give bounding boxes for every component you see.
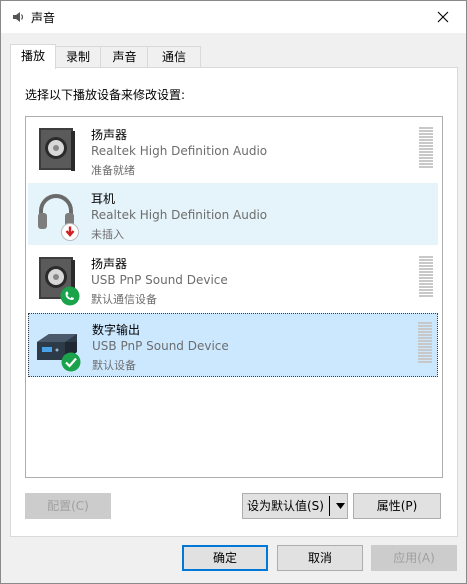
meter-segment xyxy=(419,157,433,159)
meter-segment xyxy=(418,355,432,357)
cancel-button[interactable]: 取消 xyxy=(277,545,363,571)
meter-segment xyxy=(419,136,433,138)
volume-meter xyxy=(418,322,432,364)
meter-segment xyxy=(419,130,433,132)
volume-meter-bars xyxy=(419,127,433,168)
sound-dialog: 声音 播放 录制 声音 通信 选择以下播放设备来修改设置: 扬声器 Realte… xyxy=(0,0,467,584)
device-driver: USB PnP Sound Device xyxy=(92,339,229,353)
device-item[interactable]: 扬声器 USB PnP Sound Device 默认通信设备 xyxy=(28,248,438,310)
meter-segment xyxy=(419,148,433,150)
meter-segment xyxy=(419,142,433,144)
meter-segment xyxy=(419,286,433,288)
meter-segment xyxy=(419,274,433,276)
meter-segment xyxy=(419,292,433,294)
meter-segment xyxy=(419,127,433,129)
meter-segment xyxy=(419,154,433,156)
properties-button[interactable]: 属性(P) xyxy=(353,493,441,519)
device-status: 默认通信设备 xyxy=(91,293,157,306)
meter-segment xyxy=(419,163,433,165)
device-list[interactable]: 扬声器 Realtek High Definition Audio 准备就绪 耳… xyxy=(25,116,443,478)
meter-segment xyxy=(419,280,433,282)
meter-segment xyxy=(419,259,433,261)
dropdown-arrow-icon xyxy=(335,503,345,509)
meter-segment xyxy=(419,133,433,135)
playback-panel: 选择以下播放设备来修改设置: 扬声器 Realtek High Definiti… xyxy=(10,67,458,537)
meter-segment xyxy=(419,160,433,162)
meter-segment xyxy=(418,331,432,333)
default-device-badge-icon xyxy=(61,352,81,372)
meter-segment xyxy=(419,151,433,153)
meter-segment xyxy=(419,295,433,297)
device-driver: Realtek High Definition Audio xyxy=(91,144,268,158)
device-item-selected[interactable]: 数字输出 USB PnP Sound Device 默认设备 xyxy=(28,313,438,377)
meter-segment xyxy=(419,262,433,264)
meter-segment xyxy=(418,340,432,342)
close-icon xyxy=(437,11,449,23)
tab-communications[interactable]: 通信 xyxy=(147,46,201,68)
meter-segment xyxy=(419,268,433,270)
device-name: 数字输出 xyxy=(92,323,141,337)
meter-segment xyxy=(418,346,432,348)
device-name: 扬声器 xyxy=(91,257,128,271)
apply-button[interactable]: 应用(A) xyxy=(371,545,457,571)
speaker-title-icon xyxy=(13,12,24,22)
set-default-label: 设为默认值(S) xyxy=(247,499,324,513)
volume-meter xyxy=(419,127,433,169)
meter-segment xyxy=(419,166,433,168)
unplugged-badge-icon xyxy=(61,223,79,241)
close-button[interactable] xyxy=(428,5,458,29)
meter-segment xyxy=(418,361,432,363)
device-name: 扬声器 xyxy=(91,128,128,142)
volume-meter-bars xyxy=(419,256,433,297)
volume-meter-bars xyxy=(418,322,432,363)
meter-segment xyxy=(419,289,433,291)
meter-segment xyxy=(419,265,433,267)
configure-button[interactable]: 配置(C) xyxy=(25,493,111,519)
instruction-text: 选择以下播放设备来修改设置: xyxy=(25,88,186,102)
meter-segment xyxy=(418,352,432,354)
meter-segment xyxy=(419,139,433,141)
device-item[interactable]: 耳机 Realtek High Definition Audio 未插入 xyxy=(28,183,438,245)
meter-segment xyxy=(418,322,432,324)
tab-playback[interactable]: 播放 xyxy=(10,44,56,69)
device-item[interactable]: 扬声器 Realtek High Definition Audio 准备就绪 xyxy=(28,119,438,181)
meter-segment xyxy=(418,358,432,360)
split-divider xyxy=(329,496,330,516)
tab-sounds[interactable]: 声音 xyxy=(100,46,149,68)
title-bar: 声音 xyxy=(1,1,466,33)
volume-meter xyxy=(419,256,433,298)
meter-segment xyxy=(418,328,432,330)
device-driver: USB PnP Sound Device xyxy=(91,273,228,287)
set-default-button[interactable]: 设为默认值(S) xyxy=(242,493,348,519)
device-status: 默认设备 xyxy=(92,359,136,372)
set-default-dropdown[interactable] xyxy=(333,494,347,518)
window-title: 声音 xyxy=(31,11,56,25)
meter-segment xyxy=(418,325,432,327)
meter-segment xyxy=(419,277,433,279)
device-status: 未插入 xyxy=(91,228,124,241)
meter-segment xyxy=(418,337,432,339)
meter-segment xyxy=(418,334,432,336)
meter-segment xyxy=(418,349,432,351)
device-status: 准备就绪 xyxy=(91,164,135,177)
meter-segment xyxy=(419,283,433,285)
speaker-icon xyxy=(39,128,75,171)
device-name: 耳机 xyxy=(91,192,116,206)
meter-segment xyxy=(419,256,433,258)
meter-segment xyxy=(419,271,433,273)
meter-segment xyxy=(419,145,433,147)
ok-button[interactable]: 确定 xyxy=(182,545,268,571)
tab-recording[interactable]: 录制 xyxy=(54,46,102,68)
default-communication-badge-icon xyxy=(60,286,80,306)
meter-segment xyxy=(418,343,432,345)
device-driver: Realtek High Definition Audio xyxy=(91,208,268,222)
